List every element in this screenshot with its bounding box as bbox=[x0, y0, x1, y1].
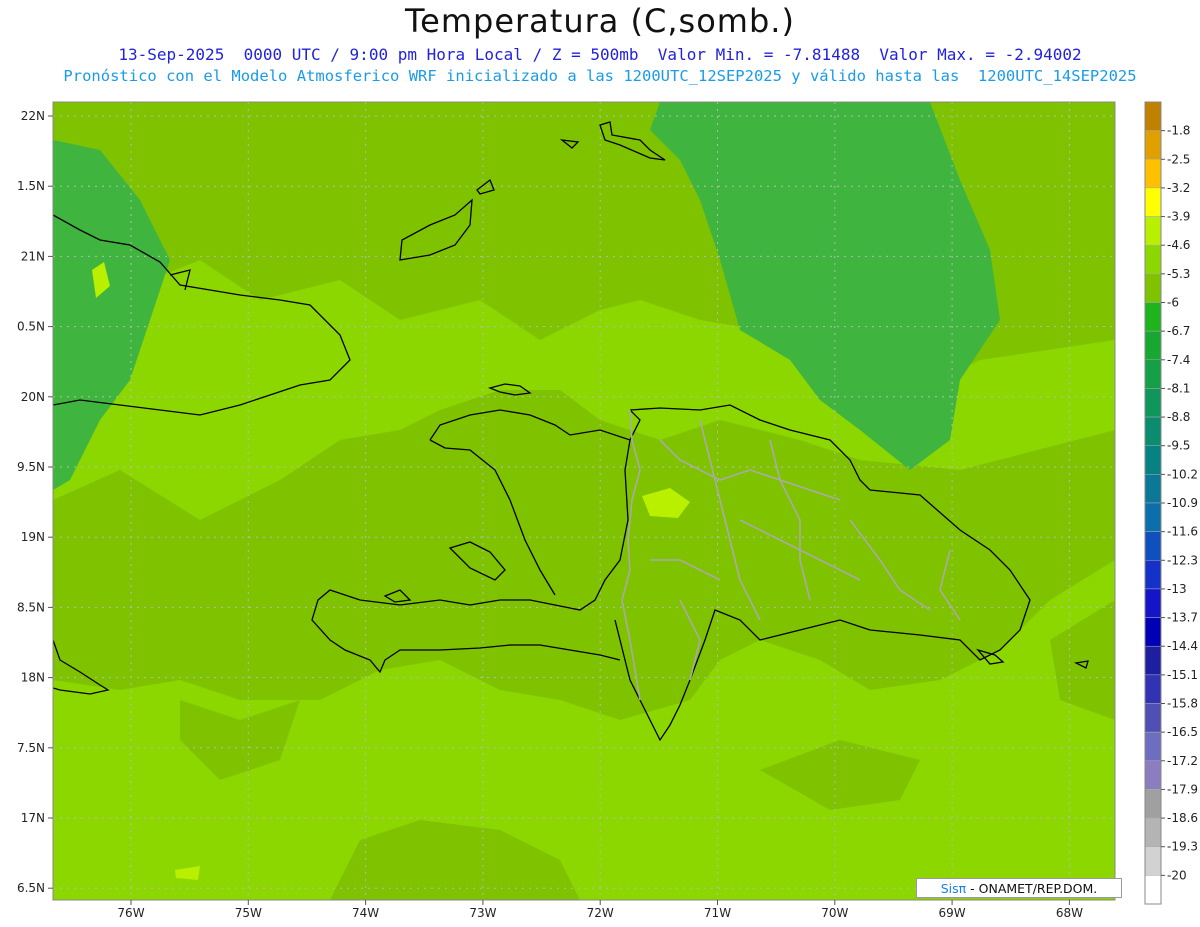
lon-tick-label: 70W bbox=[821, 906, 848, 920]
lat-tick-label: 8.5N bbox=[17, 600, 45, 614]
legend-swatch bbox=[1144, 101, 1162, 131]
legend-label: -1.8 bbox=[1167, 124, 1190, 138]
legend-label: -4.6 bbox=[1167, 238, 1190, 252]
legend-label: -13 bbox=[1167, 582, 1187, 596]
legend-swatch bbox=[1144, 502, 1162, 532]
lon-tick-label: 68W bbox=[1056, 906, 1083, 920]
lat-tick-label: 22N bbox=[21, 109, 45, 123]
legend-label: -15.1 bbox=[1167, 668, 1198, 682]
legend-label: -12.3 bbox=[1167, 553, 1198, 567]
legend-label: -17.2 bbox=[1167, 754, 1198, 768]
legend-swatch bbox=[1144, 388, 1162, 418]
lat-tick-label: 21N bbox=[21, 249, 45, 263]
legend-label: -16.5 bbox=[1167, 725, 1198, 739]
legend-swatch bbox=[1144, 875, 1162, 905]
legend-swatch bbox=[1144, 359, 1162, 389]
legend-swatch bbox=[1144, 302, 1162, 332]
lat-tick-label: 0.5N bbox=[17, 320, 45, 334]
lat-tick-label: 20N bbox=[21, 390, 45, 404]
legend-swatch bbox=[1144, 445, 1162, 475]
legend-label: -10.9 bbox=[1167, 496, 1198, 510]
sispi-logo: Sisπ bbox=[940, 881, 967, 896]
lat-tick-label: 6.5N bbox=[17, 881, 45, 895]
legend-label: -17.9 bbox=[1167, 782, 1198, 796]
legend-swatch bbox=[1144, 789, 1162, 819]
legend-label: -5.3 bbox=[1167, 267, 1190, 281]
legend-swatch bbox=[1144, 760, 1162, 790]
legend-swatch bbox=[1144, 531, 1162, 561]
lon-tick-label: 69W bbox=[939, 906, 966, 920]
legend-label: -9.5 bbox=[1167, 439, 1190, 453]
legend-swatch bbox=[1144, 674, 1162, 704]
lat-tick-label: 7.5N bbox=[17, 741, 45, 755]
credit-box: Sisπ - ONAMET/REP.DOM. bbox=[916, 878, 1122, 898]
lon-tick-label: 72W bbox=[587, 906, 614, 920]
legend-label: -14.4 bbox=[1167, 639, 1198, 653]
lat-tick-label: 17N bbox=[21, 811, 45, 825]
legend-swatch bbox=[1144, 645, 1162, 676]
legend-swatch bbox=[1144, 560, 1162, 590]
legend-swatch bbox=[1144, 244, 1162, 275]
legend-swatch bbox=[1144, 474, 1162, 504]
lon-tick-label: 74W bbox=[352, 906, 379, 920]
legend-label: -8.8 bbox=[1167, 410, 1190, 424]
lat-tick-label: 9.5N bbox=[17, 460, 45, 474]
legend-label: -20 bbox=[1167, 868, 1187, 882]
color-legend: -1.8 -2.5 -3.2 -3.9 -4.6 -5.3 -6 -6.7 -7.4 -8.1 -8… bbox=[1144, 101, 1198, 905]
legend-swatch bbox=[1144, 703, 1162, 733]
legend-swatch bbox=[1144, 731, 1162, 762]
legend-label: -18.6 bbox=[1167, 811, 1198, 825]
legend-swatch bbox=[1144, 187, 1162, 217]
legend-swatch bbox=[1144, 130, 1162, 160]
longitude-axis: 76W 75W 74W 73W 72W 71W 70W 69W 68W bbox=[117, 900, 1083, 920]
legend-swatch bbox=[1144, 846, 1162, 876]
legend-swatch bbox=[1144, 159, 1162, 189]
legend-swatch bbox=[1144, 216, 1162, 246]
temperature-field bbox=[53, 102, 1115, 900]
legend-label: -3.2 bbox=[1167, 181, 1190, 195]
legend-swatch bbox=[1144, 588, 1162, 618]
legend-label: -3.9 bbox=[1167, 210, 1190, 224]
legend-swatch bbox=[1144, 273, 1162, 303]
lat-tick-label: 1.5N bbox=[17, 179, 45, 193]
legend-label: -10.2 bbox=[1167, 467, 1198, 481]
legend-label: -15.8 bbox=[1167, 697, 1198, 711]
lat-tick-label: 18N bbox=[21, 671, 45, 685]
legend-label: -2.5 bbox=[1167, 152, 1190, 166]
legend-label: -11.6 bbox=[1167, 525, 1198, 539]
weather-map: 22N 1.5N 21N 0.5N 20N 9.5N 19N 8.5N 18N 7.5N 17N 6.… bbox=[17, 101, 1198, 920]
legend-label: -13.7 bbox=[1167, 611, 1198, 625]
lon-tick-label: 76W bbox=[117, 906, 144, 920]
lon-tick-label: 75W bbox=[235, 906, 262, 920]
legend-label: -6 bbox=[1167, 296, 1179, 310]
legend-label: -6.7 bbox=[1167, 324, 1190, 338]
legend-label: -19.3 bbox=[1167, 840, 1198, 854]
legend-label: -7.4 bbox=[1167, 353, 1190, 367]
latitude-axis: 22N 1.5N 21N 0.5N 20N 9.5N 19N 8.5N 18N 7.5N 17N 6.… bbox=[17, 109, 53, 895]
legend-swatch bbox=[1144, 817, 1162, 847]
lat-tick-label: 19N bbox=[21, 530, 45, 544]
legend-label: -8.1 bbox=[1167, 381, 1190, 395]
lon-tick-label: 73W bbox=[469, 906, 496, 920]
legend-swatch bbox=[1144, 330, 1162, 361]
legend-swatch bbox=[1144, 416, 1162, 446]
legend-swatch bbox=[1144, 617, 1162, 647]
credit-text: - ONAMET/REP.DOM. bbox=[966, 881, 1098, 896]
lon-tick-label: 71W bbox=[704, 906, 731, 920]
